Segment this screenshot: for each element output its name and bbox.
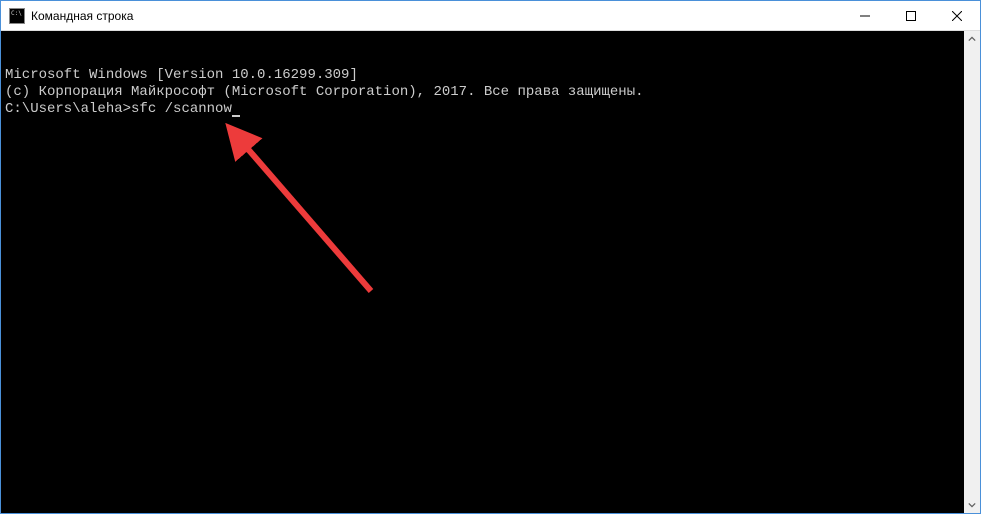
- scroll-down-button[interactable]: [964, 497, 980, 513]
- maximize-button[interactable]: [888, 1, 934, 30]
- chevron-down-icon: [968, 501, 976, 509]
- vertical-scrollbar[interactable]: [964, 31, 980, 513]
- chevron-up-icon: [968, 35, 976, 43]
- command-text: sfc /scannow: [131, 101, 232, 117]
- minimize-button[interactable]: [842, 1, 888, 30]
- command-prompt-window: Командная строка Microsoft Windows [Vers…: [0, 0, 981, 514]
- console-area: Microsoft Windows [Version 10.0.16299.30…: [1, 31, 980, 513]
- maximize-icon: [906, 11, 916, 21]
- cmd-icon: [9, 8, 25, 24]
- prompt: C:\Users\aleha>: [5, 101, 131, 117]
- window-controls: [842, 1, 980, 30]
- console-line: (c) Корпорация Майкрософт (Microsoft Cor…: [5, 84, 960, 101]
- close-button[interactable]: [934, 1, 980, 30]
- cursor: [232, 115, 240, 117]
- scroll-up-button[interactable]: [964, 31, 980, 47]
- minimize-icon: [860, 11, 870, 21]
- close-icon: [952, 11, 962, 21]
- console-output[interactable]: Microsoft Windows [Version 10.0.16299.30…: [1, 31, 964, 513]
- titlebar[interactable]: Командная строка: [1, 1, 980, 31]
- window-title: Командная строка: [31, 9, 842, 23]
- console-line: Microsoft Windows [Version 10.0.16299.30…: [5, 67, 960, 84]
- scroll-track[interactable]: [964, 47, 980, 497]
